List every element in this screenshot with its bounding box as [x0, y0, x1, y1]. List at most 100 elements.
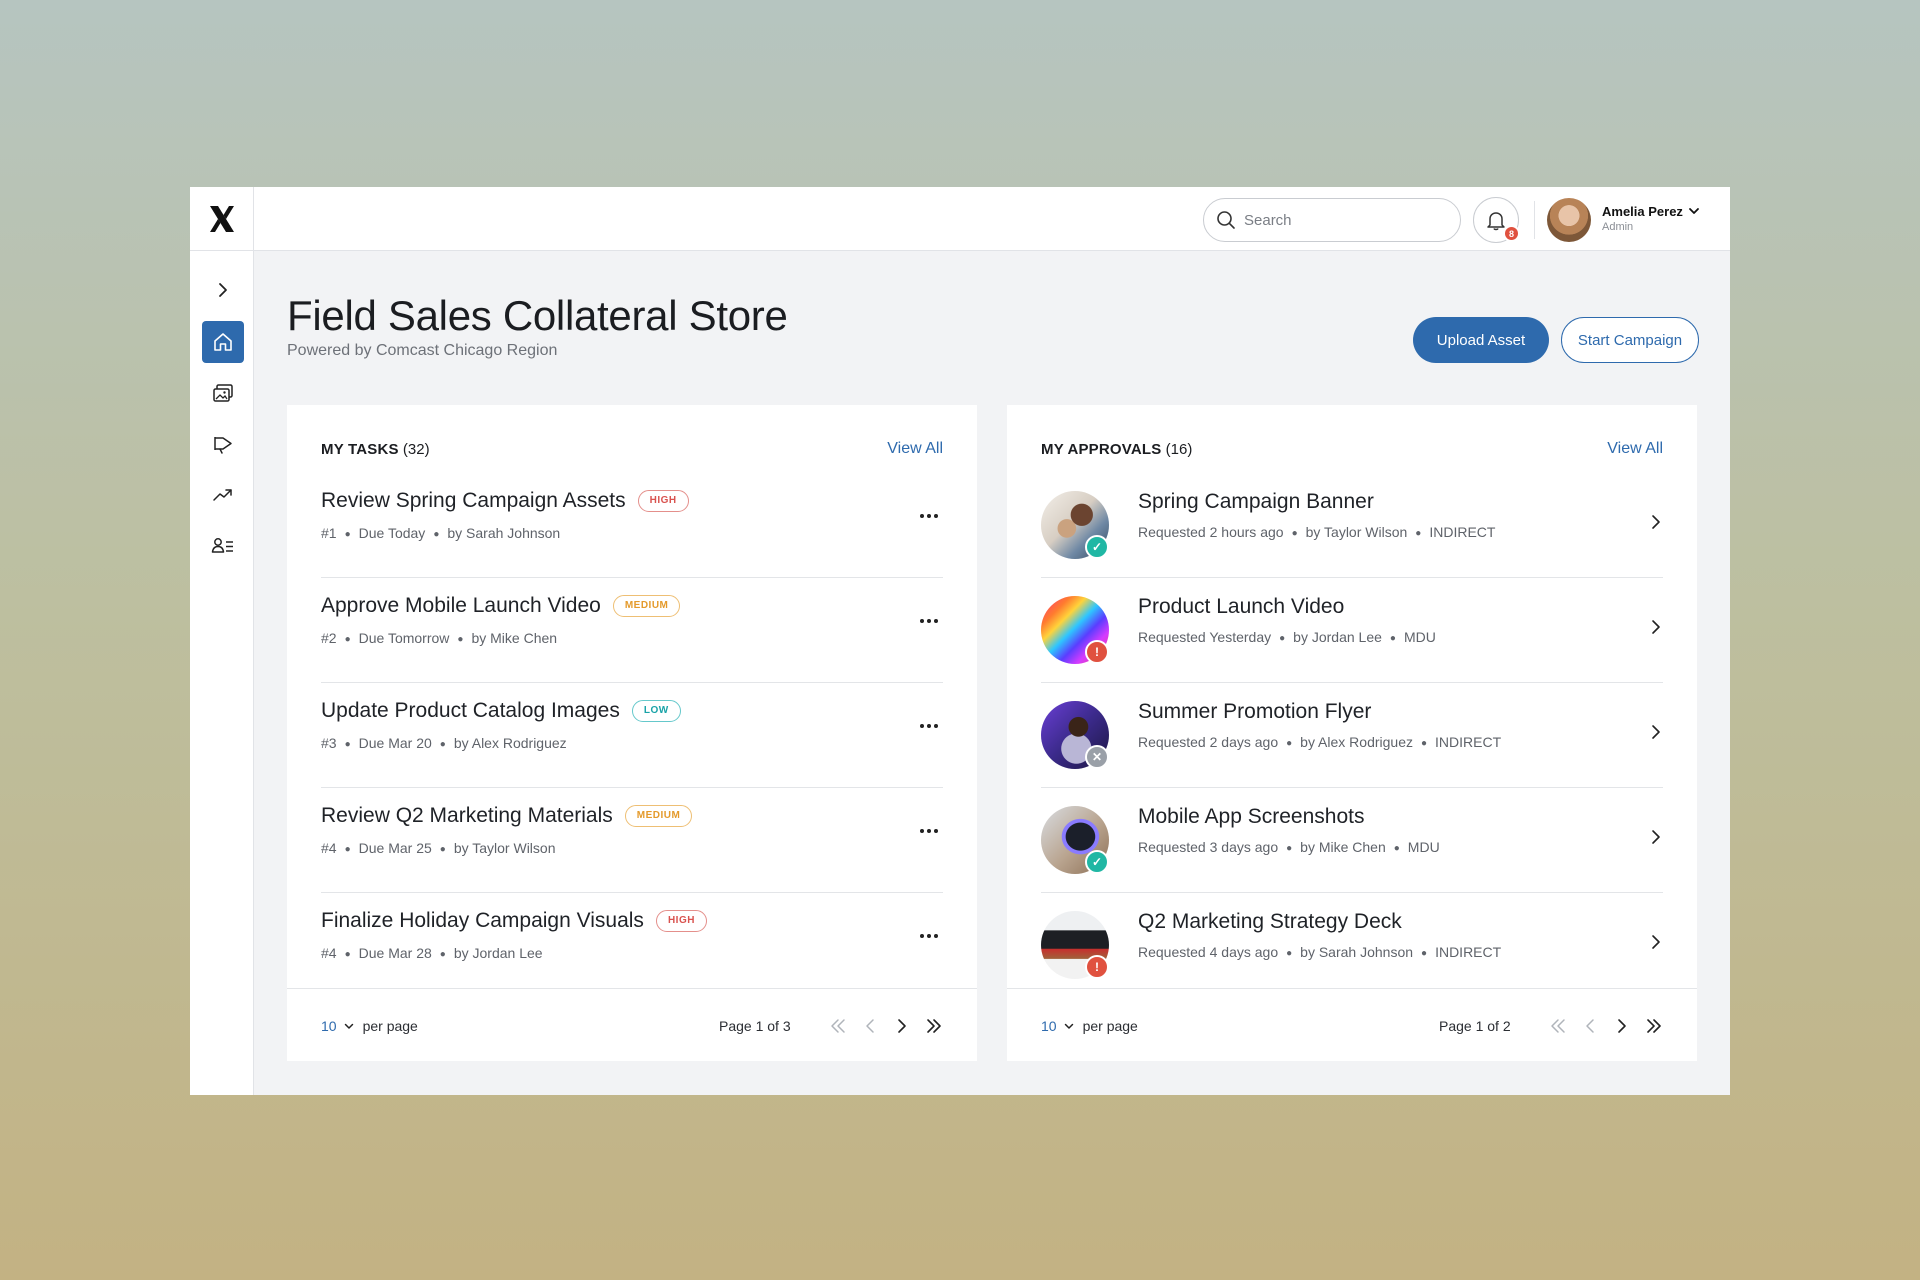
my-approvals-card: MY APPROVALS (16) View All ✓ Spring Camp…: [1007, 405, 1697, 1061]
sidebar-item-assets[interactable]: [202, 372, 244, 414]
task-number: #4: [321, 945, 337, 961]
task-title: Review Spring Campaign Assets: [321, 489, 626, 512]
sidebar-item-users[interactable]: [202, 525, 244, 567]
sidebar-item-analytics[interactable]: [202, 474, 244, 516]
chevron-down-icon: [1064, 1023, 1073, 1029]
task-title: Approve Mobile Launch Video: [321, 594, 601, 617]
per-page-select[interactable]: 10 per page: [1041, 1018, 1138, 1034]
my-tasks-card: MY TASKS (32) View All Review Spring Cam…: [287, 405, 977, 1061]
approval-row[interactable]: ! Q2 Marketing Strategy Deck Requested 4…: [1041, 893, 1663, 998]
approvals-pagination: 10 per page Page 1 of 2: [1007, 988, 1697, 1061]
status-approved-icon: ✓: [1085, 850, 1109, 874]
approval-row[interactable]: ! Product Launch Video Requested Yesterd…: [1041, 578, 1663, 683]
task-number: #1: [321, 525, 337, 541]
task-more-button[interactable]: [915, 716, 943, 736]
user-name[interactable]: Amelia Perez: [1602, 204, 1683, 219]
first-page-button[interactable]: [827, 1016, 849, 1036]
more-horizontal-icon: [920, 934, 938, 938]
approval-title: Q2 Marketing Strategy Deck: [1138, 910, 1402, 933]
task-row[interactable]: Review Spring Campaign Assets HIGH #1 ● Du…: [321, 473, 943, 578]
search-input[interactable]: [1244, 211, 1434, 229]
approval-meta: Requested 3 days ago ● by Mike Chen ● MDU: [1138, 839, 1440, 855]
task-row[interactable]: Update Product Catalog Images LOW #3 ● Due…: [321, 683, 943, 788]
prev-page-button[interactable]: [1579, 1016, 1601, 1036]
next-page-button[interactable]: [891, 1016, 913, 1036]
approval-title: Spring Campaign Banner: [1138, 490, 1374, 513]
task-meta: #2 ● Due Tomorrow ● by Mike Chen: [321, 630, 558, 646]
chevron-right-icon[interactable]: [1649, 933, 1663, 951]
per-page-select[interactable]: 10 per page: [321, 1018, 418, 1034]
start-campaign-button[interactable]: Start Campaign: [1561, 317, 1699, 363]
task-assigner: by Alex Rodriguez: [453, 735, 567, 751]
task-title: Finalize Holiday Campaign Visuals: [321, 909, 644, 932]
chevrons-left-icon: [1551, 1019, 1565, 1033]
task-assigner: by Taylor Wilson: [453, 840, 556, 856]
priority-badge: HIGH: [637, 490, 689, 512]
task-meta: #3 ● Due Mar 20 ● by Alex Rodriguez: [321, 735, 567, 751]
approval-requested: Requested 2 days ago: [1138, 734, 1279, 750]
page-title: Field Sales Collateral Store: [287, 292, 788, 339]
status-approved-icon: ✓: [1085, 535, 1109, 559]
approvals-title: MY APPROVALS: [1041, 441, 1162, 458]
next-page-button[interactable]: [1611, 1016, 1633, 1036]
tasks-view-all-link[interactable]: View All: [887, 440, 943, 458]
approval-title: Product Launch Video: [1138, 595, 1345, 618]
task-row[interactable]: Review Q2 Marketing Materials MEDIUM #4 ●…: [321, 788, 943, 893]
last-page-button[interactable]: [1643, 1016, 1665, 1036]
chevron-right-icon[interactable]: [1649, 723, 1663, 741]
chevrons-right-icon: [927, 1019, 941, 1033]
avatar[interactable]: [1547, 198, 1591, 242]
more-horizontal-icon: [920, 724, 938, 728]
task-title-wrap: Finalize Holiday Campaign Visuals HIGH: [321, 909, 707, 933]
approvals-view-all-link[interactable]: View All: [1607, 440, 1663, 458]
prev-page-button[interactable]: [859, 1016, 881, 1036]
chevron-right-icon[interactable]: [1649, 513, 1663, 531]
chevron-right-icon[interactable]: [1649, 828, 1663, 846]
sidebar-expand-button[interactable]: [202, 269, 244, 311]
approval-row[interactable]: ✓ Spring Campaign Banner Requested 2 hou…: [1041, 473, 1663, 578]
task-row[interactable]: Approve Mobile Launch Video MEDIUM #2 ● Du…: [321, 578, 943, 683]
chevron-right-icon[interactable]: [1649, 618, 1663, 636]
task-more-button[interactable]: [915, 821, 943, 841]
task-row[interactable]: Finalize Holiday Campaign Visuals HIGH #…: [321, 893, 943, 998]
page-info: Page 1 of 2: [1439, 1018, 1511, 1034]
task-more-button[interactable]: [915, 611, 943, 631]
sidebar-item-home[interactable]: [202, 321, 244, 363]
approval-requested: Requested Yesterday: [1138, 629, 1272, 645]
top-bar: 8 Amelia Perez Admin: [190, 187, 1730, 251]
tasks-title: MY TASKS: [321, 441, 399, 458]
task-assigner: by Jordan Lee: [453, 945, 543, 961]
app-window: 8 Amelia Perez Admin: [190, 187, 1730, 1095]
per-page-label: per page: [1082, 1018, 1138, 1034]
task-due: Due Today: [358, 525, 426, 541]
approval-requester: by Sarah Johnson: [1300, 944, 1414, 960]
more-horizontal-icon: [920, 514, 938, 518]
search-box[interactable]: [1203, 198, 1461, 242]
sidebar-item-campaigns[interactable]: [202, 423, 244, 465]
last-page-button[interactable]: [923, 1016, 945, 1036]
chevron-down-icon[interactable]: [1687, 204, 1701, 218]
images-icon: [213, 384, 233, 402]
sidebar: [190, 251, 254, 1095]
task-more-button[interactable]: [915, 926, 943, 946]
logo[interactable]: [190, 187, 254, 251]
per-page-label: per page: [362, 1018, 418, 1034]
approval-row[interactable]: ✓ Mobile App Screenshots Requested 3 day…: [1041, 788, 1663, 893]
task-meta: #1 ● Due Today ● by Sarah Johnson: [321, 525, 561, 541]
trending-up-icon: [213, 489, 232, 501]
upload-asset-button[interactable]: Upload Asset: [1413, 317, 1549, 363]
chevron-right-icon: [1618, 1019, 1626, 1033]
notifications-button[interactable]: 8: [1473, 197, 1520, 243]
task-title: Update Product Catalog Images: [321, 699, 620, 722]
approval-row[interactable]: ✕ Summer Promotion Flyer Requested 2 day…: [1041, 683, 1663, 788]
pagination-controls: [1547, 1016, 1665, 1036]
more-horizontal-icon: [920, 829, 938, 833]
approval-meta: Requested 2 days ago ● by Alex Rodriguez ● I…: [1138, 734, 1502, 750]
task-more-button[interactable]: [915, 506, 943, 526]
approval-channel: INDIRECT: [1435, 734, 1502, 750]
approval-channel: INDIRECT: [1429, 524, 1496, 540]
first-page-button[interactable]: [1547, 1016, 1569, 1036]
approval-requester: by Alex Rodriguez: [1300, 734, 1413, 750]
notification-count-badge: 8: [1503, 225, 1520, 242]
task-number: #2: [321, 630, 337, 646]
